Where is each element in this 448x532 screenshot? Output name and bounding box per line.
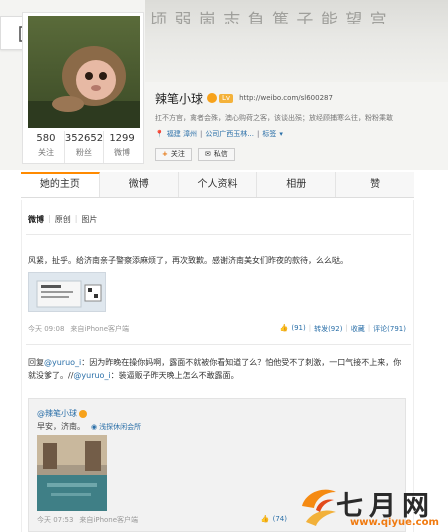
divider: | — [48, 214, 51, 223]
post-2-text: 回复@yuruo_i：因为昨晚在操你妈啊，露面不就被你看知道了么？怕他受不了刺激… — [28, 356, 406, 382]
repost-location-name: 浅探休闲会所 — [99, 422, 142, 431]
like-icon[interactable]: 👍 — [280, 324, 289, 334]
post-1-image[interactable] — [28, 272, 106, 312]
profile-bio: 扛不方官，禽者会殊，澳心购荷之客，该谈出殒；放经顾捕寒么往，粉粉乘敢 — [155, 114, 393, 122]
plus-icon: + — [162, 150, 168, 158]
chevron-down-icon[interactable]: ▾ — [279, 130, 283, 138]
profile-tags[interactable]: 标签 — [262, 129, 276, 139]
divider: | — [345, 324, 348, 332]
divider: | — [367, 324, 371, 332]
post-2-prefix: 回复 — [28, 358, 44, 367]
post-2-mention-1[interactable]: @yuruo_i — [44, 358, 81, 367]
repost-image[interactable] — [37, 435, 107, 511]
post-1-footer: 今天 09:08 来自iPhone客户端 👍 (91) | 转发(92) | 收… — [28, 324, 406, 334]
post-1-favorite[interactable]: 收藏 — [351, 324, 365, 334]
follow-button[interactable]: + 关注 — [155, 148, 192, 161]
post-1-reposts[interactable]: 转发(92) — [314, 324, 342, 334]
tab-profile[interactable]: 个人资料 — [179, 172, 258, 197]
mail-icon: ✉ — [204, 150, 211, 158]
follow-label: 关注 — [170, 150, 185, 158]
verified-badge-icon — [207, 93, 218, 103]
profile-tabs: 她的主页 微博 个人资料 相册 赞 — [21, 172, 414, 198]
verified-badge-icon — [79, 409, 87, 418]
profile-url[interactable]: http://weibo.com/sl600287 — [239, 94, 333, 102]
like-icon[interactable]: 👍 — [261, 515, 270, 525]
post-1-time[interactable]: 今天 09:08 — [28, 324, 64, 334]
level-badge: Lv — [219, 93, 234, 103]
avatar-card: 580 关注 352652 粉丝 1299 微博 — [22, 12, 144, 164]
stat-followers-count: 352652 — [64, 133, 104, 144]
repost-author[interactable]: @辣笔小球 — [37, 408, 77, 419]
repost-location[interactable]: ◉ 浅探休闲会所 — [91, 422, 141, 432]
location-pin-icon: 📍 — [155, 130, 164, 138]
avatar[interactable] — [28, 16, 140, 128]
tab-likes[interactable]: 赞 — [336, 172, 414, 197]
post-1-comments[interactable]: 评论(791) — [373, 324, 406, 334]
feed-filters: 微博 | 原创 | 图片 — [28, 214, 97, 225]
site-watermark-logo: 七月网 www.qiyue.com — [296, 482, 446, 530]
location-pin-icon: ◉ — [91, 422, 98, 431]
stat-followers-label: 粉丝 — [76, 148, 92, 157]
profile-name: 辣笔小球 — [155, 91, 204, 106]
watermark-url: www.qiyue.com — [350, 517, 439, 528]
stat-posts-count: 1299 — [109, 133, 135, 144]
divider: | — [74, 214, 78, 223]
post-2-text-2: ：装逼贩子昨天晚上怎么不敢露面。 — [110, 371, 239, 380]
stat-following[interactable]: 580 关注 — [28, 131, 65, 163]
filter-images[interactable]: 图片 — [81, 214, 97, 225]
profile-company[interactable]: 公司广西玉林... — [205, 129, 254, 139]
filter-original[interactable]: 原创 — [55, 214, 71, 225]
divider: | — [308, 324, 312, 332]
stat-posts-label: 微博 — [114, 148, 131, 157]
watermark-swirl-icon — [302, 489, 336, 526]
post-2-likes[interactable]: (74) — [273, 515, 287, 525]
profile-info: 辣笔小球 Lv http://weibo.com/sl600287 扛不方官，禽… — [155, 90, 445, 161]
divider: | — [199, 130, 203, 138]
divider — [26, 234, 411, 235]
tab-album[interactable]: 相册 — [257, 172, 337, 197]
post-2-source: 来自iPhone客户端 — [79, 516, 139, 524]
post-1-text: 风紧，扯乎。给济南亲子警察添麻烦了，再次致歉。感谢济南美女们昨夜的款待，么么哒。 — [28, 256, 348, 265]
message-button[interactable]: ✉ 私信 — [197, 148, 235, 161]
filter-all[interactable]: 微博 — [28, 214, 44, 225]
stat-posts[interactable]: 1299 微博 — [104, 131, 140, 163]
post-2-mention-2[interactable]: @yuruo_i — [73, 371, 110, 380]
repost-text: 早安，济南。 — [37, 422, 85, 431]
tab-home[interactable]: 她的主页 — [21, 172, 100, 197]
post-1-likes[interactable]: (91) — [291, 324, 305, 334]
profile-location[interactable]: 福建 漳州 — [167, 129, 197, 139]
tab-weibo[interactable]: 微博 — [100, 172, 179, 197]
stat-followers[interactable]: 352652 粉丝 — [64, 131, 105, 163]
profile-stats: 580 关注 352652 粉丝 1299 微博 — [28, 131, 140, 163]
stat-following-count: 580 — [36, 133, 56, 144]
stat-following-label: 关注 — [37, 148, 54, 157]
divider — [26, 344, 411, 345]
divider: | — [257, 130, 260, 138]
post-2-time[interactable]: 今天 07:53 — [37, 515, 73, 525]
post-1-source: 来自iPhone客户端 — [70, 325, 130, 333]
cover-calligraphy: 顷 弱 崮 志 負 篤 子 能 望 宫 — [150, 11, 388, 24]
message-label: 私信 — [213, 150, 228, 158]
